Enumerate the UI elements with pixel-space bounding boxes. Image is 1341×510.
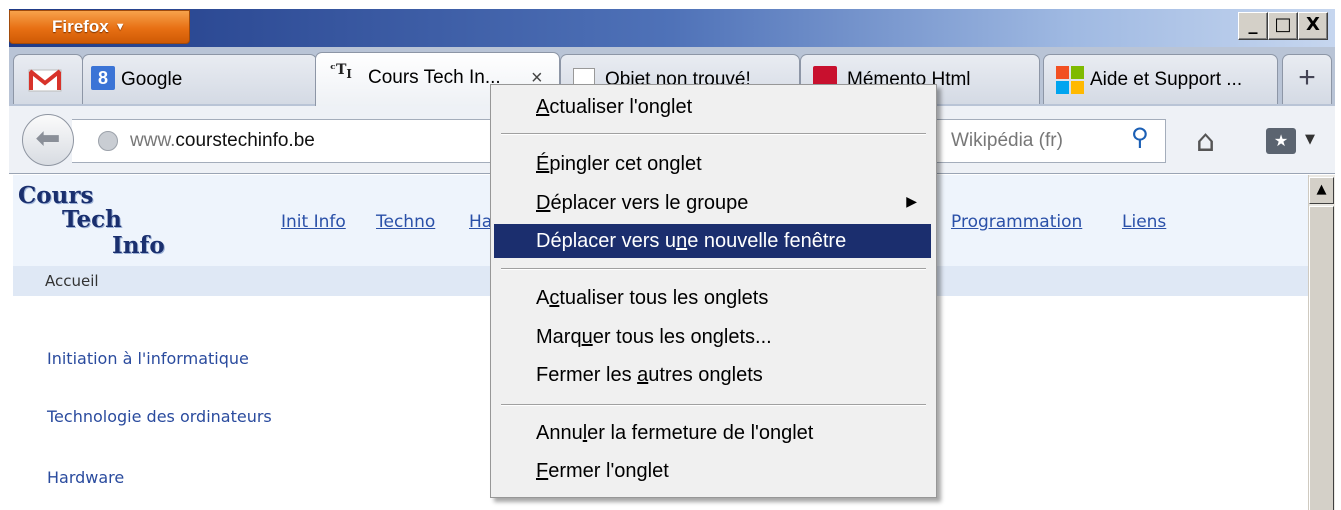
tab-context-menu: Actualiser l'onglet Épingler cet onglet … (490, 84, 937, 498)
menu-item-accesskey: A (536, 96, 550, 118)
dropdown-arrow-icon: ▼ (114, 21, 126, 33)
chevron-down-icon[interactable]: ▼ (1305, 132, 1315, 147)
menu-item-label-post: er la fermeture de l'onglet (587, 422, 814, 444)
menu-item-label-pre: Marq (536, 326, 582, 348)
windows-icon (1056, 66, 1084, 94)
nav-link-init-info[interactable]: Init Info (281, 212, 346, 232)
menu-item-accesskey: n (676, 230, 688, 252)
nav-link-techno[interactable]: Techno (376, 212, 435, 232)
menu-item-accesskey: u (581, 326, 593, 348)
menu-separator (501, 133, 926, 135)
nav-link-programmation[interactable]: Programmation (951, 212, 1082, 232)
menu-item-label-post: utres onglets (648, 364, 763, 386)
menu-item-accesskey: D (536, 192, 551, 214)
menu-item-label-pre: Annu (536, 422, 583, 444)
new-tab-button[interactable]: + (1282, 54, 1332, 104)
bookmarks-icon[interactable]: ★ (1266, 128, 1296, 154)
menu-separator (501, 404, 926, 406)
menu-item-bookmark-all-tabs[interactable]: Marquer tous les onglets... (494, 320, 931, 354)
menu-item-close-other-tabs[interactable]: Fermer les autres onglets (494, 358, 931, 392)
menu-item-accesskey: a (637, 364, 649, 386)
url-bar[interactable]: www.courstechinfo.be (72, 119, 502, 163)
tab-gmail[interactable] (13, 54, 83, 104)
menu-item-label-post: tualiser tous les onglets (559, 287, 769, 309)
menu-item-label-post: ctualiser l'onglet (549, 96, 693, 118)
menu-item-label-post: ermer l'onglet (548, 460, 669, 482)
menu-item-accesskey: É (536, 153, 550, 175)
close-window-button[interactable]: X (1298, 12, 1328, 40)
menu-item-label-pre: A (536, 287, 550, 309)
back-arrow-icon: ⬅ (35, 121, 61, 156)
logo-info: Info (112, 232, 165, 259)
firefox-menu-button[interactable]: Firefox ▼ (9, 10, 190, 44)
maximize-button[interactable]: □ (1268, 12, 1298, 40)
link-hardware[interactable]: Hardware (47, 468, 124, 487)
url-prefix: www. (130, 130, 176, 151)
scrollbar-thumb[interactable] (1309, 206, 1334, 510)
back-button[interactable]: ⬅ (22, 114, 74, 166)
tab-aide-support[interactable]: Aide et Support ... (1043, 54, 1278, 104)
tab-label: Google (121, 69, 183, 90)
tab-google[interactable]: 8 Google (82, 54, 317, 104)
logo-tech: Tech (62, 206, 122, 233)
tab-label: Aide et Support ... (1090, 69, 1243, 90)
minimize-button[interactable]: _ (1238, 12, 1268, 40)
firefox-button-label: Firefox (52, 17, 109, 36)
plus-icon: + (1298, 61, 1316, 94)
menu-item-label-pre: Fermer les (536, 364, 638, 386)
search-placeholder: Wikipédia (fr) (951, 130, 1063, 151)
menu-item-label-pre: Déplacer vers u (536, 230, 677, 252)
link-technologie[interactable]: Technologie des ordinateurs (47, 407, 272, 426)
menu-item-move-to-new-window[interactable]: Déplacer vers une nouvelle fenêtre (494, 224, 931, 258)
menu-item-reload-all-tabs[interactable]: Actualiser tous les onglets (494, 281, 931, 315)
menu-item-label-post: éplacer vers le groupe (550, 192, 749, 214)
nav-link-liens[interactable]: Liens (1122, 212, 1166, 232)
cti-icon: ᶜTI (330, 62, 352, 81)
google-icon: 8 (91, 66, 115, 90)
submenu-arrow-icon: ▶ (906, 193, 917, 209)
logo-cours: Cours (18, 182, 94, 209)
menu-item-label-post: er tous les onglets... (592, 326, 772, 348)
window-title-bar (9, 9, 1335, 47)
search-icon[interactable]: ⚲ (1131, 123, 1149, 151)
menu-item-undo-close-tab[interactable]: Annuler la fermeture de l'onglet (494, 416, 931, 450)
nav-link-hardware[interactable]: Ha (469, 212, 492, 232)
menu-item-pin-tab[interactable]: Épingler cet onglet (494, 147, 931, 181)
gmail-icon (28, 69, 62, 92)
url-domain: courstechinfo.be (175, 130, 315, 151)
menu-separator (501, 268, 926, 270)
menu-item-move-to-group[interactable]: Déplacer vers le groupe ▶ (494, 186, 931, 220)
link-initiation[interactable]: Initiation à l'informatique (47, 349, 249, 368)
globe-icon (98, 131, 118, 151)
menu-item-accesskey: F (536, 460, 549, 482)
menu-item-label-post: e nouvelle fenêtre (687, 230, 847, 252)
menu-item-label-post: pingler cet onglet (549, 153, 702, 175)
menu-item-reload-tab[interactable]: Actualiser l'onglet (494, 90, 931, 124)
scroll-up-icon[interactable]: ▲ (1309, 177, 1334, 204)
home-icon[interactable]: ⌂ (1196, 124, 1215, 159)
menu-item-close-tab[interactable]: Fermer l'onglet (494, 454, 931, 488)
menu-item-accesskey: c (549, 287, 560, 309)
